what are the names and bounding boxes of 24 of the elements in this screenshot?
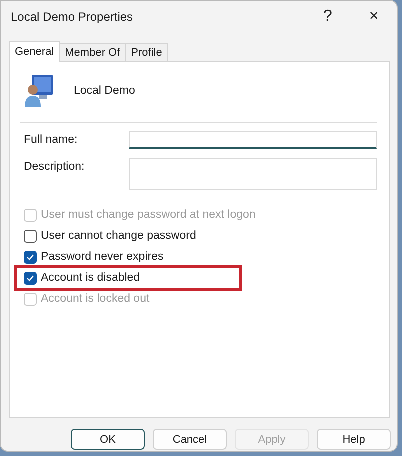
checkbox-label: Password never expires — [41, 251, 164, 263]
check-icon — [26, 274, 35, 282]
checkbox[interactable] — [24, 250, 37, 264]
tab[interactable]: Profile — [125, 43, 168, 61]
description-field[interactable] — [129, 158, 377, 190]
field-label: Description: — [24, 160, 86, 173]
dialog-button[interactable]: Cancel — [153, 429, 227, 450]
help-button[interactable]: ? — [305, 1, 351, 33]
user-name: Local Demo — [74, 85, 136, 97]
checkbox[interactable] — [24, 230, 37, 242]
checkbox-label: Account is disabled — [41, 272, 140, 284]
dialog-button[interactable]: OK — [71, 429, 145, 450]
window-title: Local Demo Properties — [11, 10, 134, 24]
user-computer-icon — [24, 74, 54, 108]
checkbox-label: Account is locked out — [41, 293, 150, 305]
checkbox-label: User cannot change password — [41, 230, 196, 242]
full-name-field[interactable] — [129, 131, 377, 149]
checkbox[interactable] — [24, 272, 37, 284]
checkbox-label: User must change password at next logon — [41, 209, 256, 221]
close-button[interactable]: × — [351, 1, 397, 33]
tab[interactable]: General — [9, 41, 60, 62]
check-icon — [26, 252, 35, 262]
field-label: Full name: — [24, 133, 79, 146]
dialog-button[interactable]: Help — [317, 429, 391, 450]
